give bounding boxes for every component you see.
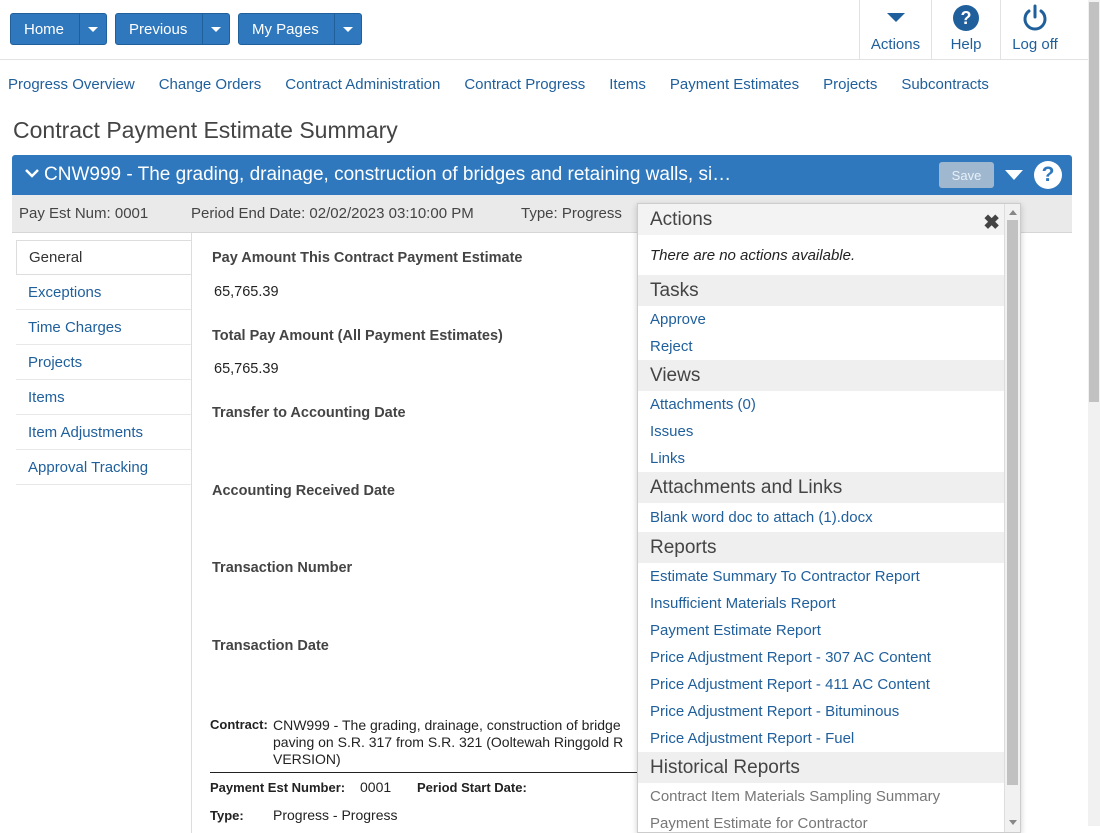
estimate-type: Type: Progress [521, 205, 622, 222]
help-label: Help [950, 36, 982, 53]
transaction-number-label: Transaction Number [212, 560, 353, 576]
total-pay-value: 65,765.39 [214, 361, 279, 377]
home-label[interactable]: Home [11, 14, 81, 44]
received-date-label: Accounting Received Date [212, 483, 395, 499]
save-button[interactable]: Save [939, 162, 994, 188]
scroll-down-icon[interactable] [1009, 820, 1017, 825]
chevron-down-icon [886, 4, 906, 32]
view-issues[interactable]: Issues [638, 418, 1020, 445]
nav-items[interactable]: Items [609, 76, 646, 98]
period-start-label: Period Start Date: [417, 780, 527, 795]
contract-label: Contract: [210, 717, 268, 732]
help-button[interactable]: ? Help [931, 0, 1000, 60]
sidebar-item-items[interactable]: Items [16, 380, 191, 415]
previous-label[interactable]: Previous [116, 14, 204, 44]
nav-subcontracts[interactable]: Subcontracts [901, 76, 989, 98]
sidebar-item-approval-tracking[interactable]: Approval Tracking [16, 450, 191, 485]
transfer-date-label: Transfer to Accounting Date [212, 405, 406, 421]
historical-materials-sampling[interactable]: Contract Item Materials Sampling Summary [638, 783, 1020, 810]
historical-payment-estimate[interactable]: Payment Estimate for Contractor [638, 810, 1020, 832]
power-icon [1021, 4, 1049, 32]
sidebar: General Exceptions Time Charges Projects… [16, 240, 191, 485]
pay-est-num: Pay Est Num: 0001 [19, 205, 149, 222]
logoff-label: Log off [1012, 36, 1058, 53]
report-payment-estimate[interactable]: Payment Estimate Report [638, 617, 1020, 644]
payment-est-label: Payment Est Number: [210, 780, 346, 795]
page-scrollbar[interactable] [1088, 0, 1100, 826]
nav-payment-estimates[interactable]: Payment Estimates [670, 76, 799, 98]
view-links[interactable]: Links [638, 445, 1020, 472]
pay-amount-value: 65,765.39 [214, 284, 279, 300]
collapse-chevron-icon[interactable] [25, 166, 39, 184]
attachments-header: Attachments and Links [638, 472, 1020, 503]
report-estimate-summary[interactable]: Estimate Summary To Contractor Report [638, 563, 1020, 590]
no-actions-note: There are no actions available. [650, 246, 856, 264]
report-insufficient-materials[interactable]: Insufficient Materials Report [638, 590, 1020, 617]
transaction-date-label: Transaction Date [212, 638, 329, 654]
attachment-link[interactable]: Blank word doc to attach (1).docx [638, 503, 1020, 532]
my-pages-button[interactable]: My Pages [238, 13, 362, 45]
previous-button[interactable]: Previous [115, 13, 230, 45]
actions-popup: Actions ✖ There are no actions available… [637, 203, 1021, 833]
page-scroll-thumb[interactable] [1089, 2, 1099, 402]
actions-label: Actions [870, 36, 921, 53]
sidebar-item-exceptions[interactable]: Exceptions [16, 275, 191, 310]
contract-line-2: paving on S.R. 317 from S.R. 321 (Ooltew… [273, 734, 624, 750]
views-header: Views [638, 360, 1020, 391]
record-header: CNW999 - The grading, drainage, construc… [12, 155, 1072, 195]
task-approve[interactable]: Approve [638, 306, 1020, 333]
contract-line-1: CNW999 - The grading, drainage, construc… [273, 717, 621, 733]
general-content: Pay Amount This Contract Payment Estimat… [191, 233, 651, 833]
payment-est-value: 0001 [360, 779, 392, 795]
nav-change-orders[interactable]: Change Orders [159, 76, 262, 98]
previous-dropdown-icon[interactable] [203, 14, 229, 44]
sidebar-item-projects[interactable]: Projects [16, 345, 191, 380]
popup-scrollbar[interactable] [1004, 204, 1020, 832]
home-dropdown-icon[interactable] [80, 14, 106, 44]
nav-contract-administration[interactable]: Contract Administration [285, 76, 440, 98]
period-end-date: Period End Date: 02/02/2023 03:10:00 PM [191, 205, 474, 222]
home-button[interactable]: Home [10, 13, 107, 45]
nav-contract-progress[interactable]: Contract Progress [464, 76, 585, 98]
svg-text:?: ? [961, 8, 972, 28]
menu-dropdown-icon[interactable] [1005, 170, 1023, 180]
type-label: Type: [210, 808, 244, 823]
sidebar-item-general[interactable]: General [16, 240, 191, 275]
nav-progress-overview[interactable]: Progress Overview [8, 76, 135, 98]
view-attachments[interactable]: Attachments (0) [638, 391, 1020, 418]
help-circle-icon[interactable]: ? [1034, 161, 1062, 189]
popup-scroll-thumb[interactable] [1007, 220, 1018, 785]
sidebar-item-item-adjustments[interactable]: Item Adjustments [16, 415, 191, 450]
pay-amount-label: Pay Amount This Contract Payment Estimat… [212, 250, 523, 266]
actions-menu-button[interactable]: Actions [859, 0, 931, 60]
popup-actions-header: Actions [638, 204, 1020, 235]
report-price-adj-307[interactable]: Price Adjustment Report - 307 AC Content [638, 644, 1020, 671]
reports-header: Reports [638, 532, 1020, 563]
question-circle-icon: ? [952, 4, 980, 32]
my-pages-dropdown-icon[interactable] [335, 14, 361, 44]
close-icon[interactable]: ✖ [983, 210, 1000, 235]
report-divider [210, 772, 650, 773]
record-title[interactable]: CNW999 - The grading, drainage, construc… [44, 164, 731, 186]
total-pay-label: Total Pay Amount (All Payment Estimates) [212, 328, 503, 344]
tasks-header: Tasks [638, 275, 1020, 306]
report-price-adj-bituminous[interactable]: Price Adjustment Report - Bituminous [638, 698, 1020, 725]
main-nav: Progress Overview Change Orders Contract… [0, 76, 1005, 98]
page-title: Contract Payment Estimate Summary [13, 117, 398, 143]
task-reject[interactable]: Reject [638, 333, 1020, 360]
contract-line-3: VERSION) [273, 751, 341, 767]
scroll-up-icon[interactable] [1009, 210, 1017, 215]
my-pages-label[interactable]: My Pages [239, 14, 336, 44]
historical-header: Historical Reports [638, 752, 1020, 783]
actions-title: Actions [650, 208, 713, 230]
report-price-adj-411[interactable]: Price Adjustment Report - 411 AC Content [638, 671, 1020, 698]
logoff-button[interactable]: Log off [1000, 0, 1069, 60]
sidebar-item-time-charges[interactable]: Time Charges [16, 310, 191, 345]
top-toolbar: Home Previous My Pages Actions ? Help Lo… [0, 0, 1088, 60]
type-value: Progress - Progress [273, 807, 398, 823]
nav-projects[interactable]: Projects [823, 76, 877, 98]
report-price-adj-fuel[interactable]: Price Adjustment Report - Fuel [638, 725, 1020, 752]
